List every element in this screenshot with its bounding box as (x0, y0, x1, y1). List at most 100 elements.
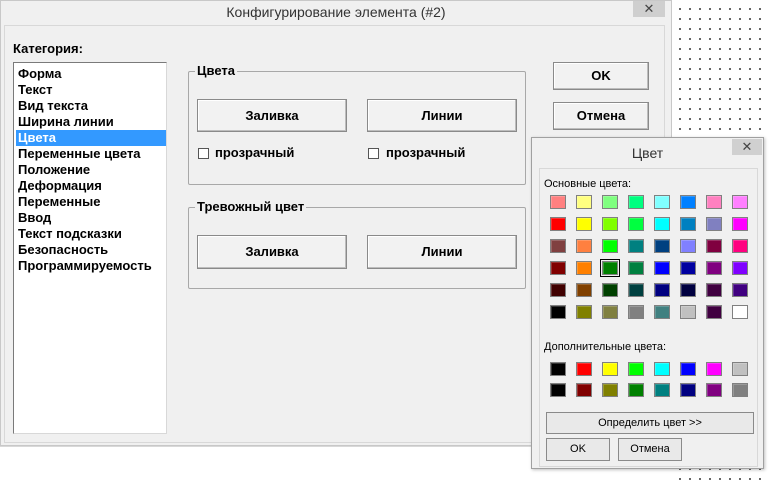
colors-fill-button[interactable]: Заливка (197, 99, 347, 132)
close-icon[interactable]: ✕ (732, 139, 762, 155)
color-ok-button[interactable]: OK (546, 438, 610, 461)
color-swatch[interactable] (628, 195, 644, 209)
transparent-fill-label: прозрачный (215, 145, 295, 160)
color-swatch[interactable] (602, 383, 618, 397)
category-item[interactable]: Безопасность (16, 242, 166, 258)
color-swatch[interactable] (654, 217, 670, 231)
define-color-button[interactable]: Определить цвет >> (546, 412, 754, 434)
color-swatch[interactable] (628, 305, 644, 319)
alarm-fill-button[interactable]: Заливка (197, 235, 347, 269)
colors-lines-button[interactable]: Линии (367, 99, 517, 132)
category-item[interactable]: Ширина линии (16, 114, 166, 130)
color-swatch[interactable] (680, 383, 696, 397)
color-dialog-title: Цвет (631, 145, 664, 161)
transparent-fill-checkbox[interactable] (198, 148, 209, 159)
color-swatch[interactable] (550, 195, 566, 209)
dialog-titlebar[interactable]: Конфигурирование элемента (#2) ✕ (1, 1, 671, 23)
color-swatch[interactable] (576, 383, 592, 397)
transparent-lines-checkbox[interactable] (368, 148, 379, 159)
color-swatch[interactable] (550, 239, 566, 253)
color-swatch[interactable] (602, 362, 618, 376)
color-swatch[interactable] (576, 283, 592, 297)
category-item[interactable]: Ввод (16, 210, 166, 226)
color-swatch[interactable] (732, 362, 748, 376)
color-swatch[interactable] (654, 239, 670, 253)
color-swatch[interactable] (706, 195, 722, 209)
color-swatch[interactable] (654, 383, 670, 397)
color-swatch[interactable] (706, 362, 722, 376)
color-swatch[interactable] (576, 239, 592, 253)
color-swatch[interactable] (550, 362, 566, 376)
color-swatch[interactable] (732, 283, 748, 297)
color-swatch[interactable] (706, 383, 722, 397)
category-item[interactable]: Положение (16, 162, 166, 178)
category-item[interactable]: Деформация (16, 178, 166, 194)
color-swatch[interactable] (706, 305, 722, 319)
color-swatch[interactable] (732, 383, 748, 397)
color-swatch[interactable] (550, 261, 566, 275)
color-swatch[interactable] (602, 305, 618, 319)
color-swatch[interactable] (732, 305, 748, 319)
color-swatch[interactable] (602, 217, 618, 231)
category-item[interactable]: Цвета (16, 130, 166, 146)
color-swatch[interactable] (602, 283, 618, 297)
color-swatch[interactable] (628, 261, 644, 275)
color-swatch[interactable] (706, 283, 722, 297)
color-swatch[interactable] (550, 305, 566, 319)
color-swatch[interactable] (654, 305, 670, 319)
color-swatch[interactable] (628, 383, 644, 397)
color-swatch[interactable] (706, 239, 722, 253)
color-swatch[interactable] (654, 195, 670, 209)
category-item[interactable]: Текст подсказки (16, 226, 166, 242)
cancel-button[interactable]: Отмена (553, 102, 649, 130)
color-swatch[interactable] (628, 362, 644, 376)
color-cancel-button[interactable]: Отмена (618, 438, 682, 461)
color-swatch[interactable] (654, 261, 670, 275)
category-item[interactable]: Вид текста (16, 98, 166, 114)
category-item[interactable]: Текст (16, 82, 166, 98)
color-swatch[interactable] (732, 195, 748, 209)
category-item[interactable]: Форма (16, 66, 166, 82)
category-item[interactable]: Программируемость (16, 258, 166, 274)
color-swatch[interactable] (576, 217, 592, 231)
color-swatch[interactable] (706, 217, 722, 231)
color-swatch[interactable] (602, 195, 618, 209)
colors-group-title: Цвета (195, 63, 237, 78)
color-swatch[interactable] (680, 305, 696, 319)
color-dialog: Цвет ✕ Основные цвета: Дополнительные цв… (531, 137, 764, 469)
color-swatch[interactable] (576, 362, 592, 376)
color-swatch[interactable] (680, 362, 696, 376)
color-swatch[interactable] (680, 283, 696, 297)
category-list[interactable]: Форма Текст Вид текста Ширина линии Цвета Пер… (13, 62, 167, 434)
color-swatch[interactable] (550, 283, 566, 297)
color-swatch[interactable] (550, 217, 566, 231)
color-swatch[interactable] (732, 261, 748, 275)
color-swatch[interactable] (680, 217, 696, 231)
category-item[interactable]: Переменные (16, 194, 166, 210)
close-icon[interactable]: ✕ (633, 1, 665, 17)
color-swatch[interactable] (654, 362, 670, 376)
color-swatch[interactable] (706, 261, 722, 275)
color-swatch[interactable] (732, 239, 748, 253)
color-swatch[interactable] (628, 239, 644, 253)
color-swatch[interactable] (576, 261, 592, 275)
color-swatch[interactable] (654, 283, 670, 297)
color-swatch[interactable] (680, 239, 696, 253)
color-swatch[interactable] (732, 217, 748, 231)
ok-button[interactable]: OK (553, 62, 649, 90)
color-swatch[interactable] (576, 195, 592, 209)
color-swatch[interactable] (628, 283, 644, 297)
category-label: Категория: (13, 41, 83, 56)
alarm-lines-button[interactable]: Линии (367, 235, 517, 269)
color-swatch[interactable] (680, 195, 696, 209)
category-item[interactable]: Переменные цвета (16, 146, 166, 162)
color-swatch[interactable] (602, 239, 618, 253)
color-swatch[interactable] (600, 259, 620, 277)
alarm-group-title: Тревожный цвет (195, 199, 307, 214)
color-swatch[interactable] (628, 217, 644, 231)
dialog-title: Конфигурирование элемента (#2) (226, 4, 446, 20)
color-swatch[interactable] (680, 261, 696, 275)
basic-colors-label: Основные цвета: (544, 178, 632, 190)
color-swatch[interactable] (576, 305, 592, 319)
color-swatch[interactable] (550, 383, 566, 397)
